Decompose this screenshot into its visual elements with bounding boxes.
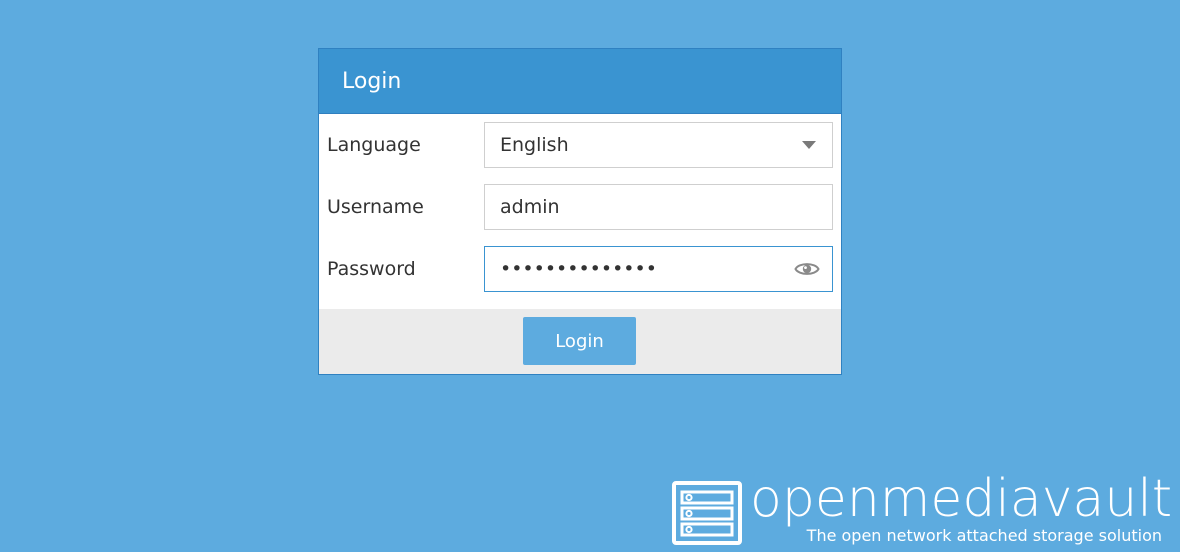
- language-select-value: English: [500, 134, 569, 156]
- branding: openmediavault The open network attached…: [672, 469, 1172, 547]
- username-value: admin: [500, 196, 560, 218]
- login-dialog: Login Language English Username admin Pa…: [318, 48, 842, 375]
- username-label: Username: [327, 196, 424, 218]
- password-input[interactable]: ••••••••••••••: [484, 246, 833, 292]
- password-label: Password: [327, 258, 416, 280]
- language-label: Language: [327, 134, 421, 156]
- login-button[interactable]: Login: [523, 317, 636, 365]
- language-select[interactable]: English: [484, 122, 833, 168]
- username-input[interactable]: admin: [484, 184, 833, 230]
- brand-name: openmediavault: [750, 469, 1173, 529]
- password-row: Password ••••••••••••••: [319, 246, 841, 292]
- eye-icon[interactable]: [794, 260, 820, 278]
- username-row: Username admin: [319, 184, 841, 230]
- chevron-down-icon[interactable]: [802, 141, 816, 149]
- button-bar: Login: [319, 309, 841, 374]
- password-masked-value: ••••••••••••••: [500, 257, 657, 280]
- server-rack-icon: [672, 481, 742, 545]
- brand-tagline: The open network attached storage soluti…: [806, 526, 1162, 545]
- login-title: Login: [342, 68, 402, 94]
- login-header: Login: [319, 49, 841, 114]
- language-row: Language English: [319, 122, 841, 168]
